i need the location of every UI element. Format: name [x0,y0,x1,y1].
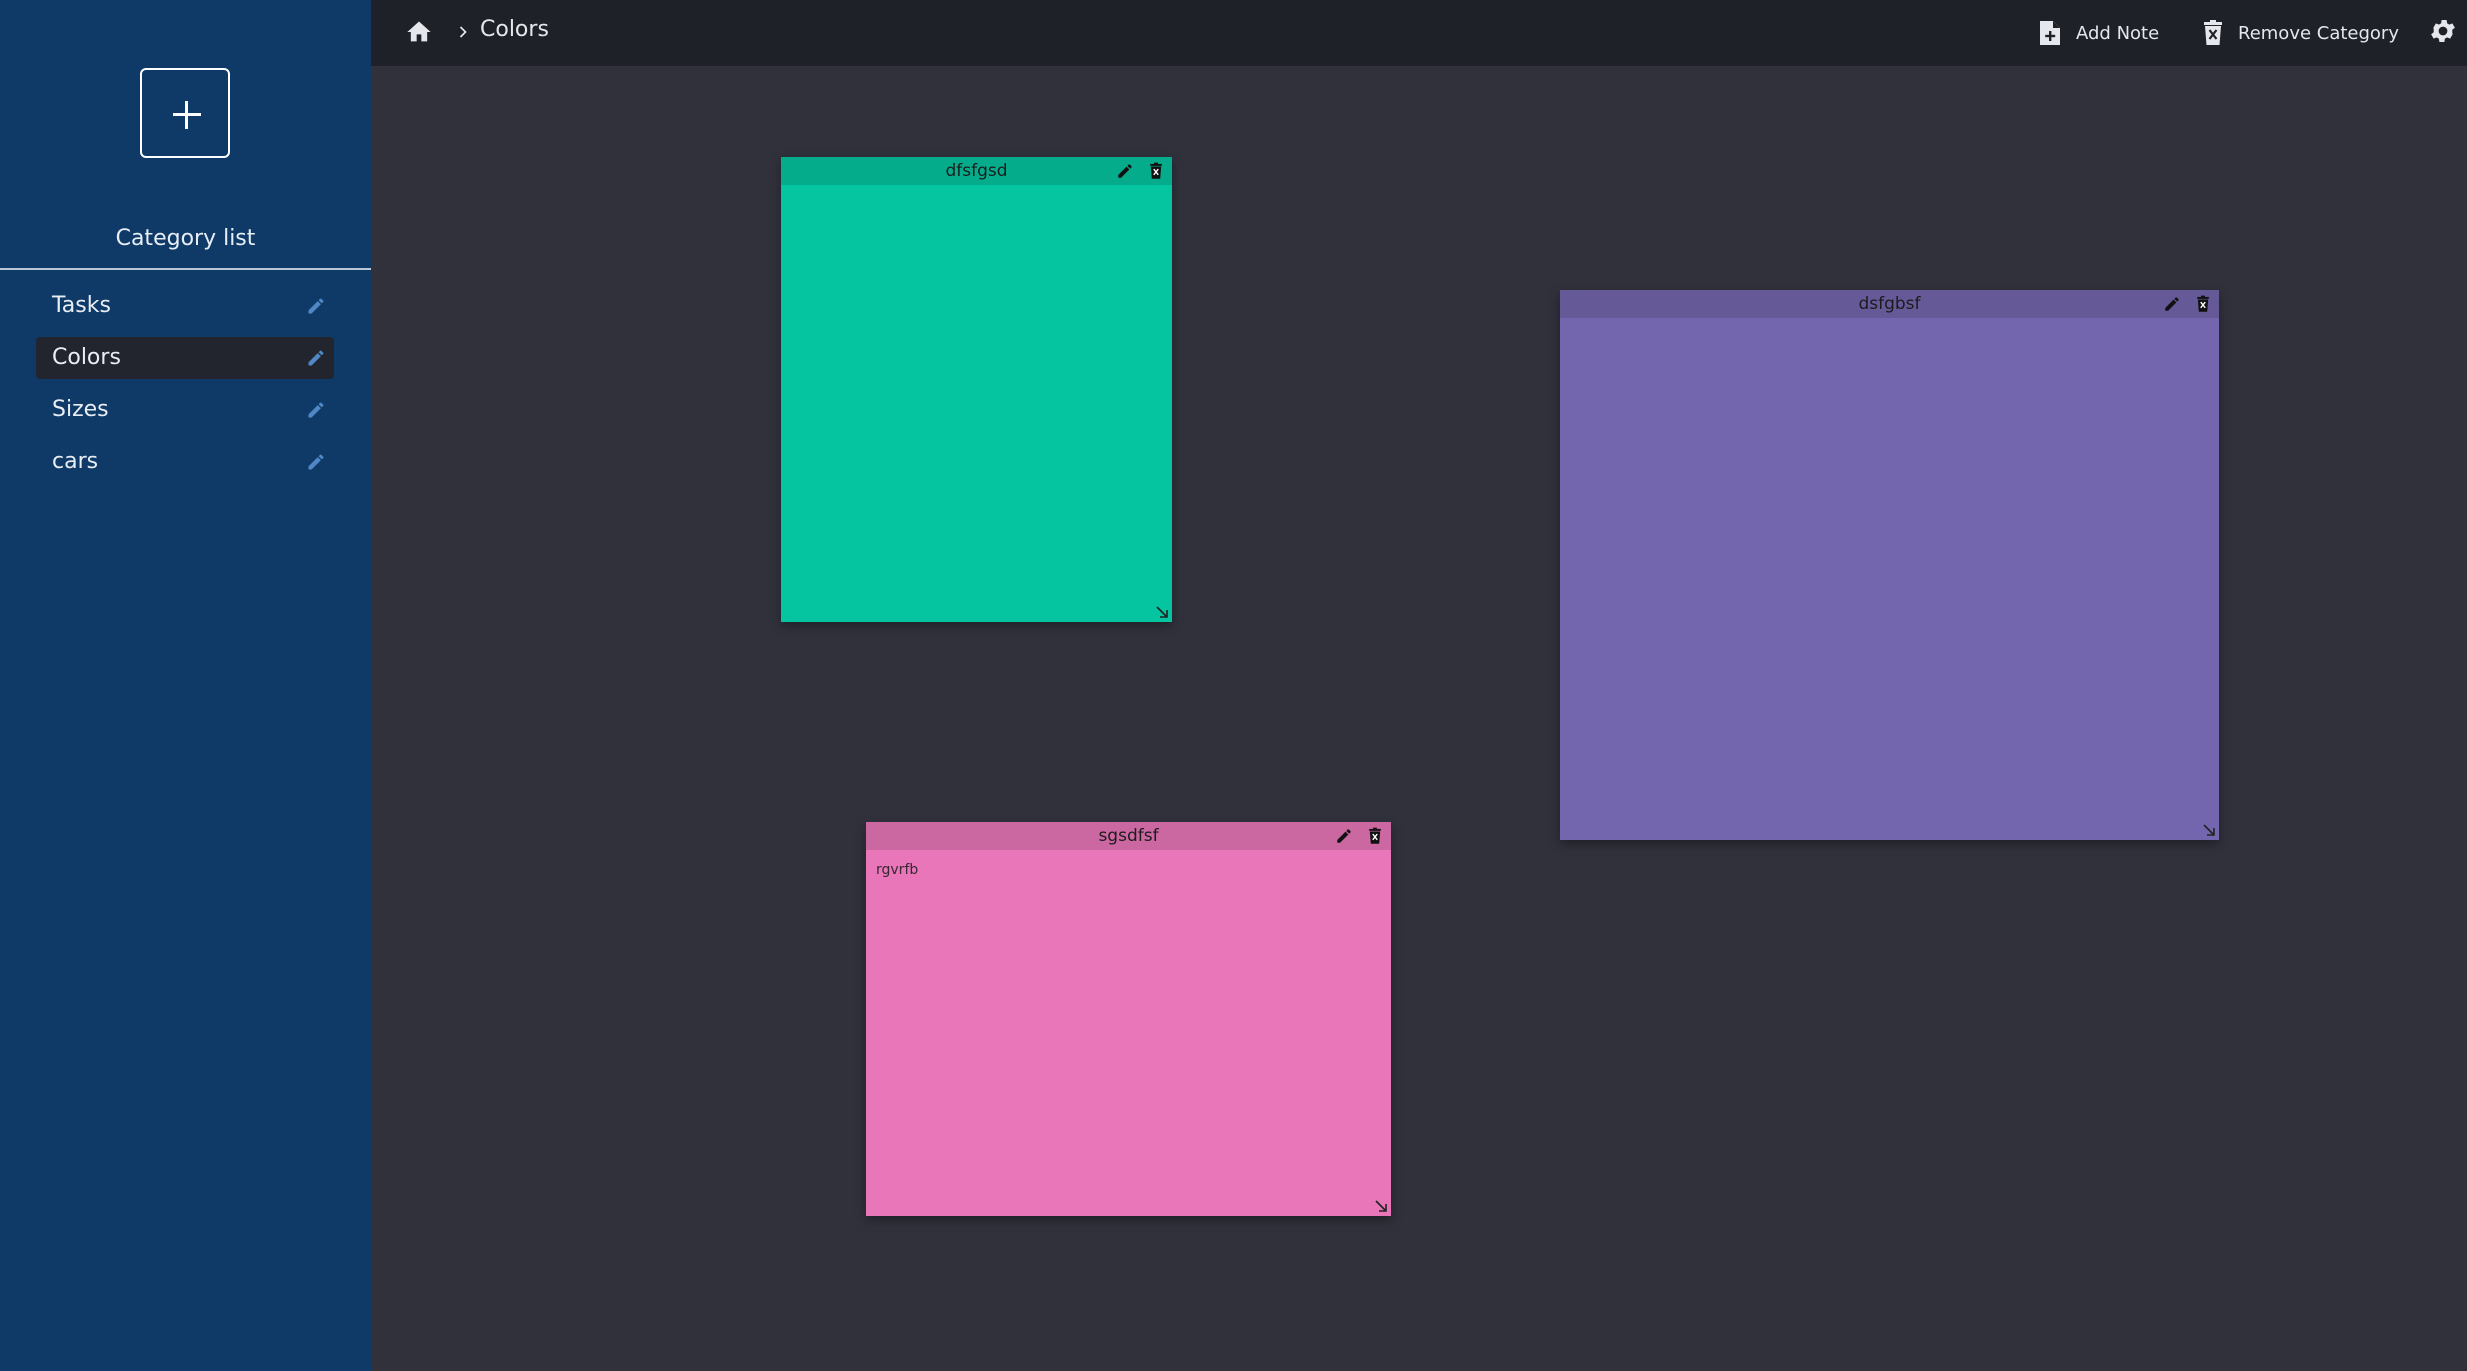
breadcrumb-current: Colors [480,17,549,42]
trash-icon [2204,20,2222,45]
pencil-icon[interactable] [2163,295,2181,313]
pencil-icon[interactable] [306,348,326,368]
category-list-title: Category list [115,226,256,251]
add-category-button[interactable] [140,68,230,158]
trash-icon[interactable] [1366,827,1384,845]
sidebar-item-colors[interactable]: Colors [36,337,334,379]
topbar: Colors Add Note Remove Category [371,0,2467,66]
sidebar-item-label: Sizes [52,397,109,422]
remove-category-button[interactable]: Remove Category [2202,17,2399,49]
note-card[interactable]: sgsdfsf rgvrfb [866,822,1391,1216]
resize-handle-icon[interactable] [2202,823,2216,837]
sidebar-item-sizes[interactable]: Sizes [36,389,334,431]
note-header[interactable]: dsfgbsf [1560,290,2219,318]
sidebar-item-label: Tasks [52,293,111,318]
file-plus-icon [2040,21,2060,45]
pencil-icon[interactable] [306,400,326,420]
trash-icon[interactable] [2194,295,2212,313]
note-card[interactable]: dsfgbsf [1560,290,2219,840]
add-note-button[interactable]: Add Note [2038,17,2159,49]
remove-category-label: Remove Category [2238,22,2399,44]
note-title: dsfgbsf [1858,294,1921,314]
category-list: Tasks Colors Sizes cars [36,285,334,493]
sidebar: Category list Tasks Colors Sizes cars [0,0,371,1371]
chevron-right-icon [459,26,467,38]
note-card[interactable]: dfsfgsd [781,157,1172,622]
pencil-icon[interactable] [306,296,326,316]
resize-handle-icon[interactable] [1374,1199,1388,1213]
sidebar-item-tasks[interactable]: Tasks [36,285,334,327]
sidebar-item-label: Colors [52,345,121,370]
sidebar-item-label: cars [52,449,99,474]
home-icon[interactable] [405,18,433,46]
add-note-label: Add Note [2076,22,2160,44]
note-header[interactable]: dfsfgsd [781,157,1172,185]
note-title: sgsdfsf [1098,826,1159,846]
sidebar-item-cars[interactable]: cars [36,441,334,483]
note-header[interactable]: sgsdfsf [866,822,1391,850]
divider [0,268,371,270]
pencil-icon[interactable] [306,452,326,472]
pencil-icon[interactable] [1335,827,1353,845]
note-body[interactable]: rgvrfb [876,862,918,878]
note-title: dfsfgsd [945,161,1008,181]
pencil-icon[interactable] [1116,162,1134,180]
resize-handle-icon[interactable] [1155,605,1169,619]
gear-icon[interactable] [2428,16,2458,46]
trash-icon[interactable] [1147,162,1165,180]
